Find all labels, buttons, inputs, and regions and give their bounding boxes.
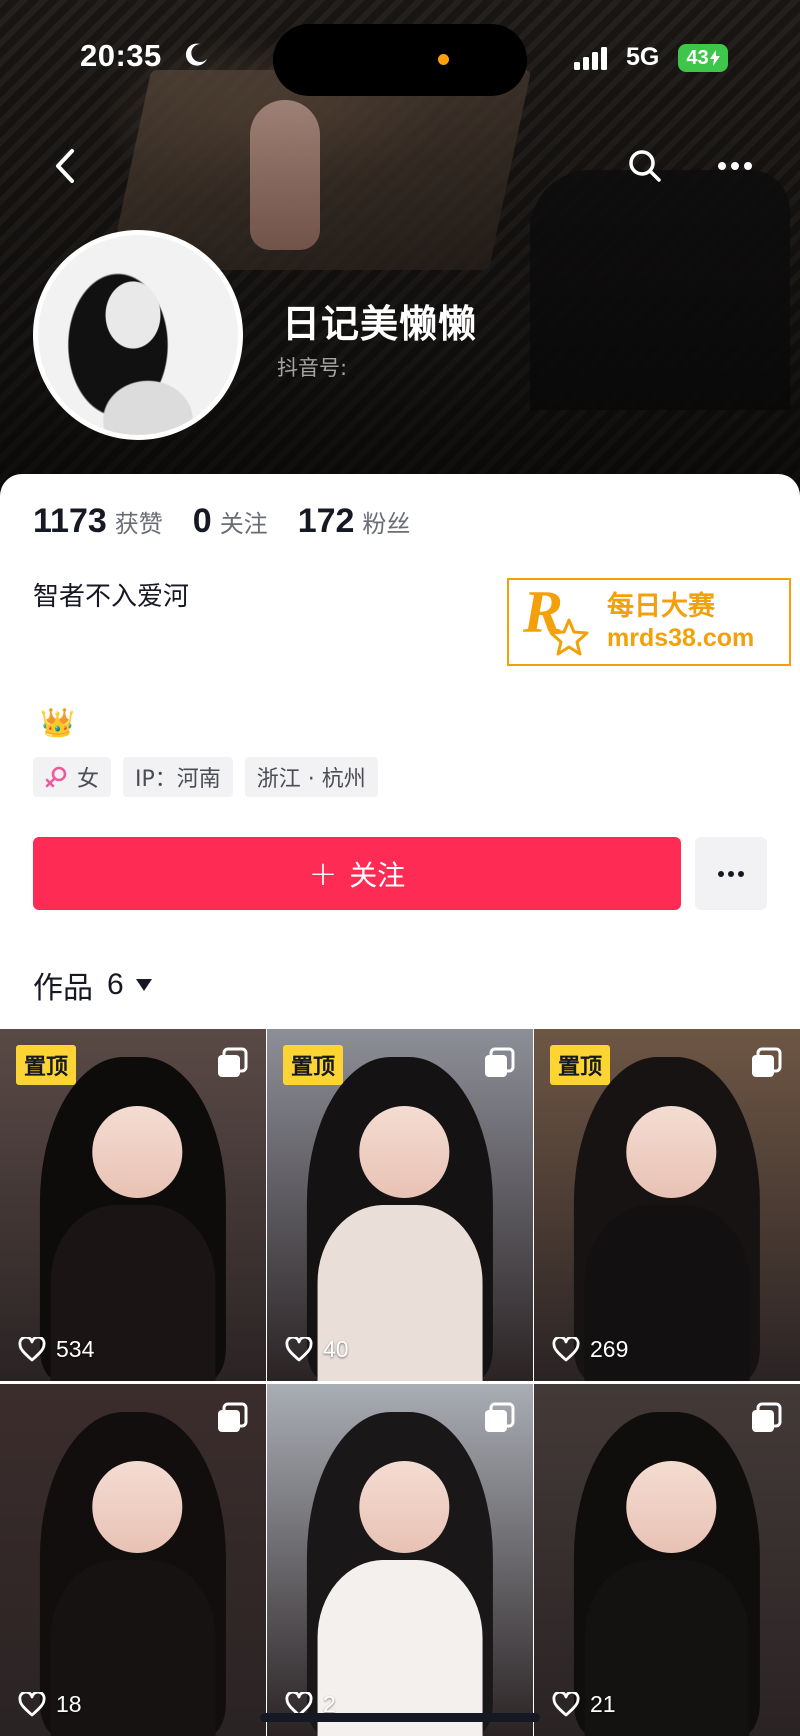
like-count: 18 — [18, 1691, 82, 1718]
like-count: 21 — [552, 1691, 616, 1718]
more-horizontal-icon — [718, 162, 752, 170]
works-label: 作品 — [33, 971, 93, 1006]
video-tile[interactable]: 21 — [534, 1384, 800, 1736]
recording-indicator-icon — [438, 54, 449, 65]
gender-tag: 女 — [33, 757, 112, 797]
dynamic-island — [273, 24, 527, 96]
thumbnail-face — [92, 1461, 183, 1553]
location-tag: 浙江 · 杭州 — [244, 757, 378, 797]
back-button[interactable] — [40, 141, 90, 191]
battery-indicator: 43 — [678, 44, 728, 72]
caret-down-icon — [135, 979, 152, 991]
watermark-badge: R 每日大赛 mrds38.com — [507, 578, 791, 666]
profile-stats: 1173 获赞 0 关注 172 粉丝 — [33, 502, 440, 541]
watermark-logo: R — [523, 579, 599, 662]
gender-label: 女 — [77, 767, 100, 792]
video-tile[interactable]: 置顶 40 — [267, 1029, 533, 1381]
stat-followers-label: 粉丝 — [362, 510, 411, 538]
thumbnail-face — [359, 1461, 450, 1553]
female-symbol-icon — [45, 766, 67, 788]
search-button[interactable] — [620, 141, 670, 191]
heart-icon — [18, 1692, 46, 1717]
stat-followers-value: 172 — [297, 502, 355, 540]
chevron-left-icon — [56, 149, 74, 183]
pinned-badge: 置顶 — [16, 1045, 77, 1085]
like-count: 269 — [552, 1336, 628, 1363]
thumbnail-face — [359, 1106, 450, 1198]
like-count: 40 — [285, 1336, 349, 1363]
bio-emoji: 👑 — [40, 706, 75, 739]
status-time: 20:35 — [80, 38, 162, 73]
multi-image-icon — [218, 1402, 248, 1432]
battery-level: 43 — [686, 46, 709, 69]
like-count-value: 40 — [323, 1336, 349, 1362]
multi-image-icon — [752, 1047, 782, 1077]
star-icon — [549, 618, 589, 656]
cover-hand-shape — [250, 100, 320, 250]
watermark-url: mrds38.com — [607, 624, 755, 652]
moon-icon — [185, 43, 207, 66]
plus-icon: + — [308, 853, 338, 894]
ip-label: IP：河南 — [135, 767, 221, 792]
multi-image-icon — [485, 1402, 515, 1432]
ip-tag: IP：河南 — [123, 757, 233, 797]
signal-icon — [574, 47, 607, 70]
thumbnail-face — [92, 1106, 183, 1198]
video-tile[interactable]: 置顶 269 — [534, 1029, 800, 1381]
follow-label: 关注 — [349, 858, 406, 892]
follow-button[interactable]: + 关注 — [33, 837, 681, 910]
profile-tags: 女 IP：河南 浙江 · 杭州 — [33, 757, 378, 797]
thumbnail-face — [626, 1106, 717, 1198]
multi-image-icon — [485, 1047, 515, 1077]
stat-likes[interactable]: 1173 获赞 — [33, 502, 163, 541]
heart-icon — [285, 1337, 313, 1362]
video-tile[interactable]: 18 — [0, 1384, 266, 1736]
more-horizontal-icon — [718, 870, 744, 877]
avatar[interactable] — [33, 230, 243, 440]
cover-sofa-shape — [530, 170, 790, 410]
more-options-button[interactable] — [710, 141, 760, 191]
stat-followers[interactable]: 172 粉丝 — [298, 502, 411, 541]
video-tile[interactable]: 2 — [267, 1384, 533, 1736]
watermark-text: 每日大赛 mrds38.com — [607, 591, 754, 653]
status-bar: 20:35 5G 43 — [0, 0, 800, 110]
profile-bio: 智者不入爱河 — [33, 582, 190, 612]
heart-icon — [552, 1337, 580, 1362]
pinned-badge: 置顶 — [550, 1045, 611, 1085]
heart-icon — [18, 1337, 46, 1362]
stat-likes-value: 1173 — [33, 502, 107, 540]
search-icon — [629, 150, 661, 182]
video-tile[interactable]: 置顶 534 — [0, 1029, 266, 1381]
profile-name: 日记美懒懒 — [282, 302, 478, 346]
thumbnail-outfit — [317, 1560, 483, 1736]
home-indicator — [260, 1713, 540, 1722]
multi-image-icon — [218, 1047, 248, 1077]
heart-icon — [552, 1692, 580, 1717]
multi-image-icon — [752, 1402, 782, 1432]
douyin-id-label[interactable]: 抖音号: — [277, 352, 347, 382]
like-count-value: 21 — [590, 1691, 616, 1717]
watermark-name: 每日大赛 — [607, 591, 715, 622]
pinned-badge: 置顶 — [283, 1045, 344, 1085]
follow-more-button[interactable] — [695, 837, 767, 910]
works-grid: 置顶 534 置顶 40 置顶 269 18 2 21 — [0, 1029, 800, 1736]
works-count: 6 — [107, 968, 124, 1001]
thumbnail-face — [626, 1461, 717, 1553]
like-count-value: 534 — [56, 1336, 95, 1362]
like-count: 534 — [18, 1336, 94, 1363]
like-count-value: 269 — [590, 1336, 629, 1362]
charging-bolt-icon — [709, 50, 720, 66]
network-type: 5G — [626, 43, 660, 71]
stat-following-label: 关注 — [219, 510, 268, 538]
location-label: 浙江 · 杭州 — [256, 767, 366, 792]
works-tab[interactable]: 作品 6 — [33, 963, 152, 1007]
like-count-value: 18 — [56, 1691, 82, 1717]
stat-following[interactable]: 0 关注 — [193, 502, 268, 541]
stat-likes-label: 获赞 — [114, 510, 163, 538]
stat-following-value: 0 — [192, 502, 212, 540]
